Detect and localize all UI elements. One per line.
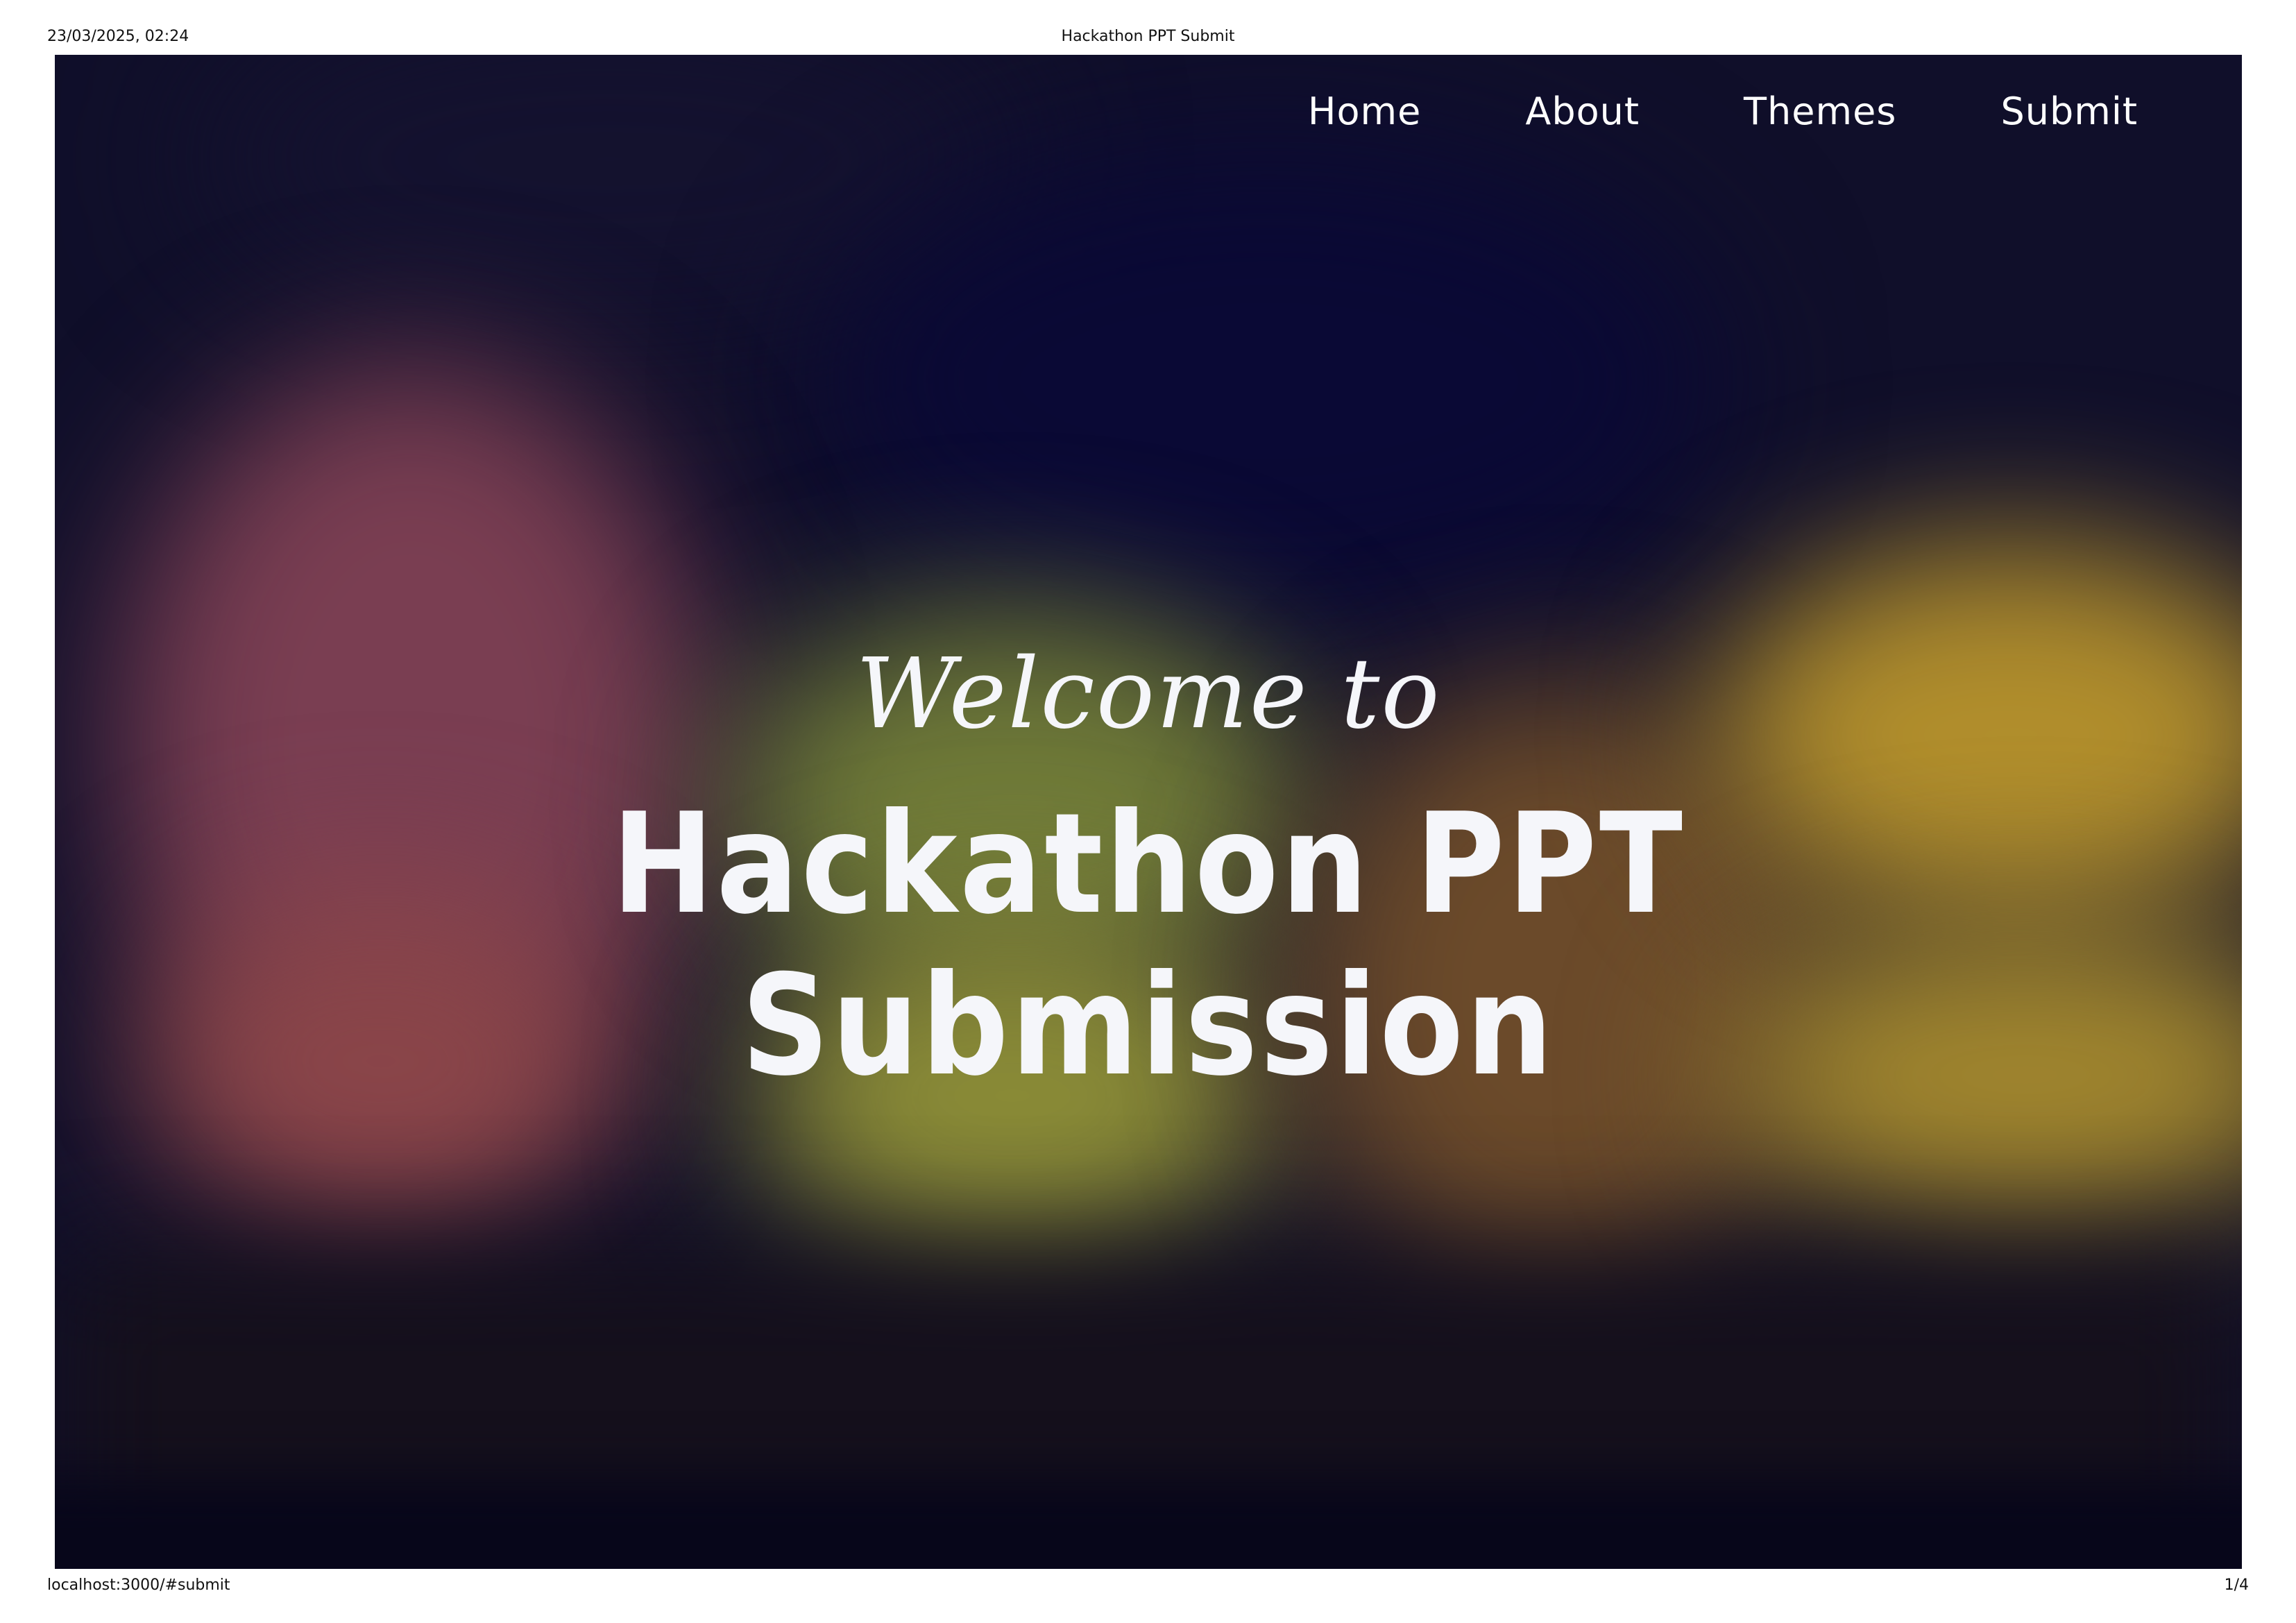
nav-home-link[interactable]: Home bbox=[1308, 90, 1421, 133]
background-blob bbox=[55, 1477, 2242, 1569]
nav-themes-link[interactable]: Themes bbox=[1744, 90, 1896, 133]
background-blob bbox=[818, 138, 1720, 624]
print-footer: localhost:3000/#submit 1/4 bbox=[0, 1577, 2296, 1618]
print-page-number: 1/4 bbox=[2224, 1577, 2249, 1594]
print-page-title: Hackathon PPT Submit bbox=[1061, 28, 1235, 45]
print-url: localhost:3000/#submit bbox=[47, 1577, 230, 1594]
top-nav: Home About Themes Submit bbox=[1308, 90, 2138, 133]
welcome-text: Welcome to bbox=[856, 638, 1441, 751]
nav-about-link[interactable]: About bbox=[1525, 90, 1640, 133]
nav-submit-link[interactable]: Submit bbox=[2000, 90, 2138, 133]
page-title: Hackathon PPT Submission bbox=[611, 783, 1685, 1107]
hero-section: Home About Themes Submit Welcome to Hack… bbox=[55, 55, 2242, 1569]
